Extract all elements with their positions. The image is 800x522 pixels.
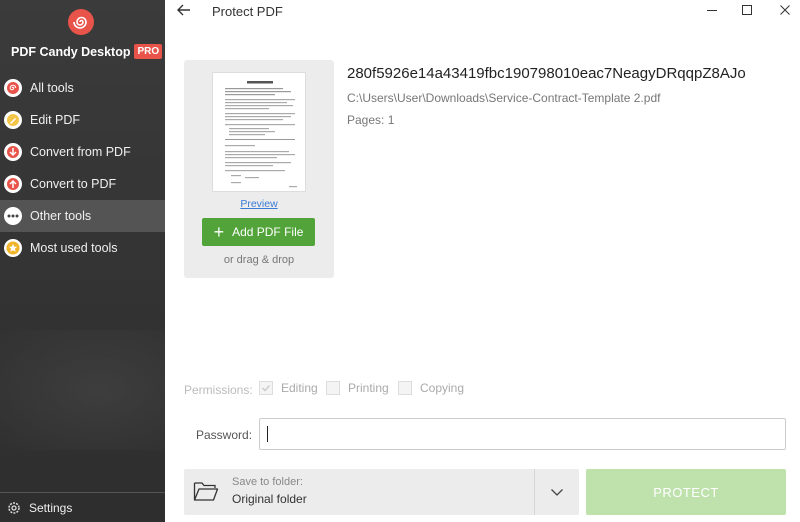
- sidebar-item-label: Convert to PDF: [30, 177, 117, 191]
- gear-icon: [8, 501, 20, 514]
- file-path: C:\Users\User\Downloads\Service-Contract…: [347, 91, 661, 105]
- spiral-icon: [4, 79, 22, 97]
- drag-drop-hint: or drag & drop: [223, 254, 295, 266]
- page-count: Pages: 1: [347, 113, 395, 127]
- minimize-icon: [707, 10, 717, 11]
- back-arrow-icon[interactable]: [176, 2, 192, 23]
- file-card: Preview + Add PDF File or drag & drop: [184, 60, 334, 278]
- document-thumbnail-image: [225, 81, 297, 188]
- pdf-candy-logo-icon: [68, 9, 94, 35]
- pro-badge: PRO: [134, 44, 163, 59]
- chevron-down-icon: [551, 488, 563, 496]
- sidebar: PDF Candy Desktop PRO All tools Edit PDF…: [0, 0, 165, 522]
- save-to-folder-selector[interactable]: Save to folder: Original folder: [184, 469, 579, 515]
- maximize-icon: [742, 5, 752, 15]
- arrow-up-icon: [4, 175, 22, 193]
- permissions-label: Permissions:: [184, 383, 253, 397]
- permission-label: Editing: [281, 381, 318, 395]
- protect-button[interactable]: PROTECT: [586, 469, 786, 515]
- sidebar-item-label: Edit PDF: [30, 113, 81, 127]
- settings-label: Settings: [29, 500, 73, 515]
- sidebar-nav: All tools Edit PDF Convert from PDF Conv…: [0, 72, 165, 264]
- sidebar-item-other-tools[interactable]: Other tools: [0, 200, 165, 232]
- dots-icon: [4, 207, 22, 225]
- add-pdf-file-button[interactable]: + Add PDF File: [202, 218, 315, 246]
- page-title: Protect PDF: [212, 4, 283, 19]
- sidebar-item-label: Most used tools: [30, 241, 118, 255]
- permission-printing-checkbox[interactable]: Printing: [326, 381, 389, 395]
- save-to-folder-label: Save to folder:: [232, 476, 303, 488]
- permission-label: Printing: [348, 381, 389, 395]
- password-label: Password:: [196, 428, 253, 442]
- sidebar-item-label: Convert from PDF: [30, 145, 131, 159]
- checkbox-box: [259, 381, 273, 395]
- star-icon: [4, 239, 22, 257]
- pencil-icon: [4, 111, 22, 129]
- app-name: PDF Candy Desktop: [11, 44, 131, 59]
- arrow-down-icon: [4, 143, 22, 161]
- password-input[interactable]: [259, 418, 786, 450]
- file-name: 280f5926e14a43419fbc190798010eac7NeagyDR…: [347, 65, 746, 82]
- checkmark-icon: [262, 385, 270, 392]
- sidebar-item-convert-from-pdf[interactable]: Convert from PDF: [0, 136, 165, 168]
- sidebar-item-label: Other tools: [30, 209, 92, 223]
- save-to-folder-value: Original folder: [232, 492, 307, 506]
- sidebar-item-most-used-tools[interactable]: Most used tools: [0, 232, 165, 264]
- permission-copying-checkbox[interactable]: Copying: [398, 381, 464, 395]
- maximize-button[interactable]: [732, 0, 762, 20]
- checkbox-box: [398, 381, 412, 395]
- preview-link[interactable]: Preview: [184, 198, 334, 210]
- sidebar-item-edit-pdf[interactable]: Edit PDF: [0, 104, 165, 136]
- pdf-thumbnail[interactable]: [212, 72, 306, 192]
- settings-button[interactable]: Settings: [0, 492, 165, 522]
- sidebar-item-convert-to-pdf[interactable]: Convert to PDF: [0, 168, 165, 200]
- brand: PDF Candy Desktop PRO: [11, 44, 163, 59]
- checkbox-box: [326, 381, 340, 395]
- permission-label: Copying: [420, 381, 465, 395]
- permission-editing-checkbox[interactable]: Editing: [259, 381, 318, 395]
- folder-icon: [193, 482, 219, 501]
- folder-dropdown-button[interactable]: [535, 469, 579, 515]
- minimize-button[interactable]: [697, 0, 727, 20]
- sidebar-item-label: All tools: [30, 81, 74, 95]
- add-pdf-file-label: Add PDF File: [232, 225, 304, 239]
- text-cursor: [267, 426, 268, 442]
- close-button[interactable]: [770, 0, 800, 20]
- sidebar-item-all-tools[interactable]: All tools: [0, 72, 165, 104]
- close-icon: [780, 5, 790, 15]
- plus-icon: +: [213, 222, 225, 242]
